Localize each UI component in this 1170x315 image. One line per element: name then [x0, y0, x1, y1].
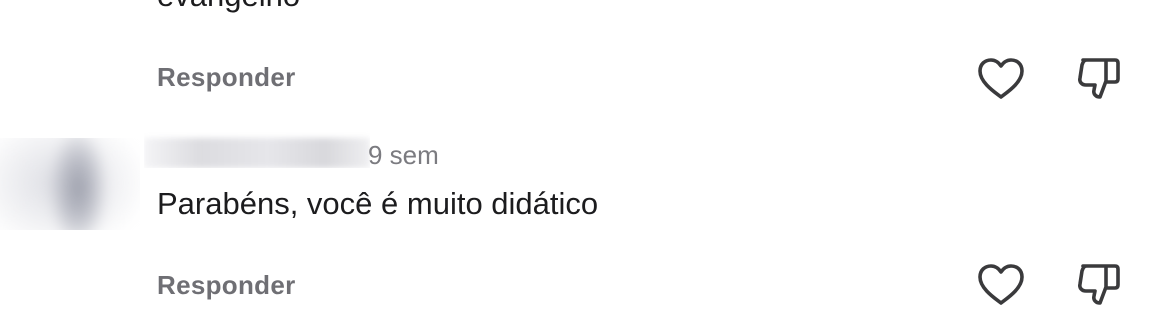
previous-comment-text: evangelho: [157, 0, 300, 14]
dislike-button[interactable]: [1073, 52, 1127, 106]
dislike-button[interactable]: [1073, 258, 1127, 312]
like-button[interactable]: [974, 258, 1028, 312]
reply-button[interactable]: Responder: [157, 62, 296, 93]
comment-timestamp: 9 sem: [368, 140, 439, 170]
heart-icon: [974, 52, 1028, 106]
comment-text: Parabéns, você é muito didático: [157, 186, 599, 221]
username-redacted: [144, 108, 370, 168]
heart-icon: [974, 258, 1028, 312]
avatar[interactable]: [0, 138, 140, 230]
thumbs-down-icon: [1073, 52, 1127, 106]
like-button[interactable]: [974, 52, 1028, 106]
reply-button[interactable]: Responder: [157, 270, 296, 301]
thumbs-down-icon: [1073, 258, 1127, 312]
